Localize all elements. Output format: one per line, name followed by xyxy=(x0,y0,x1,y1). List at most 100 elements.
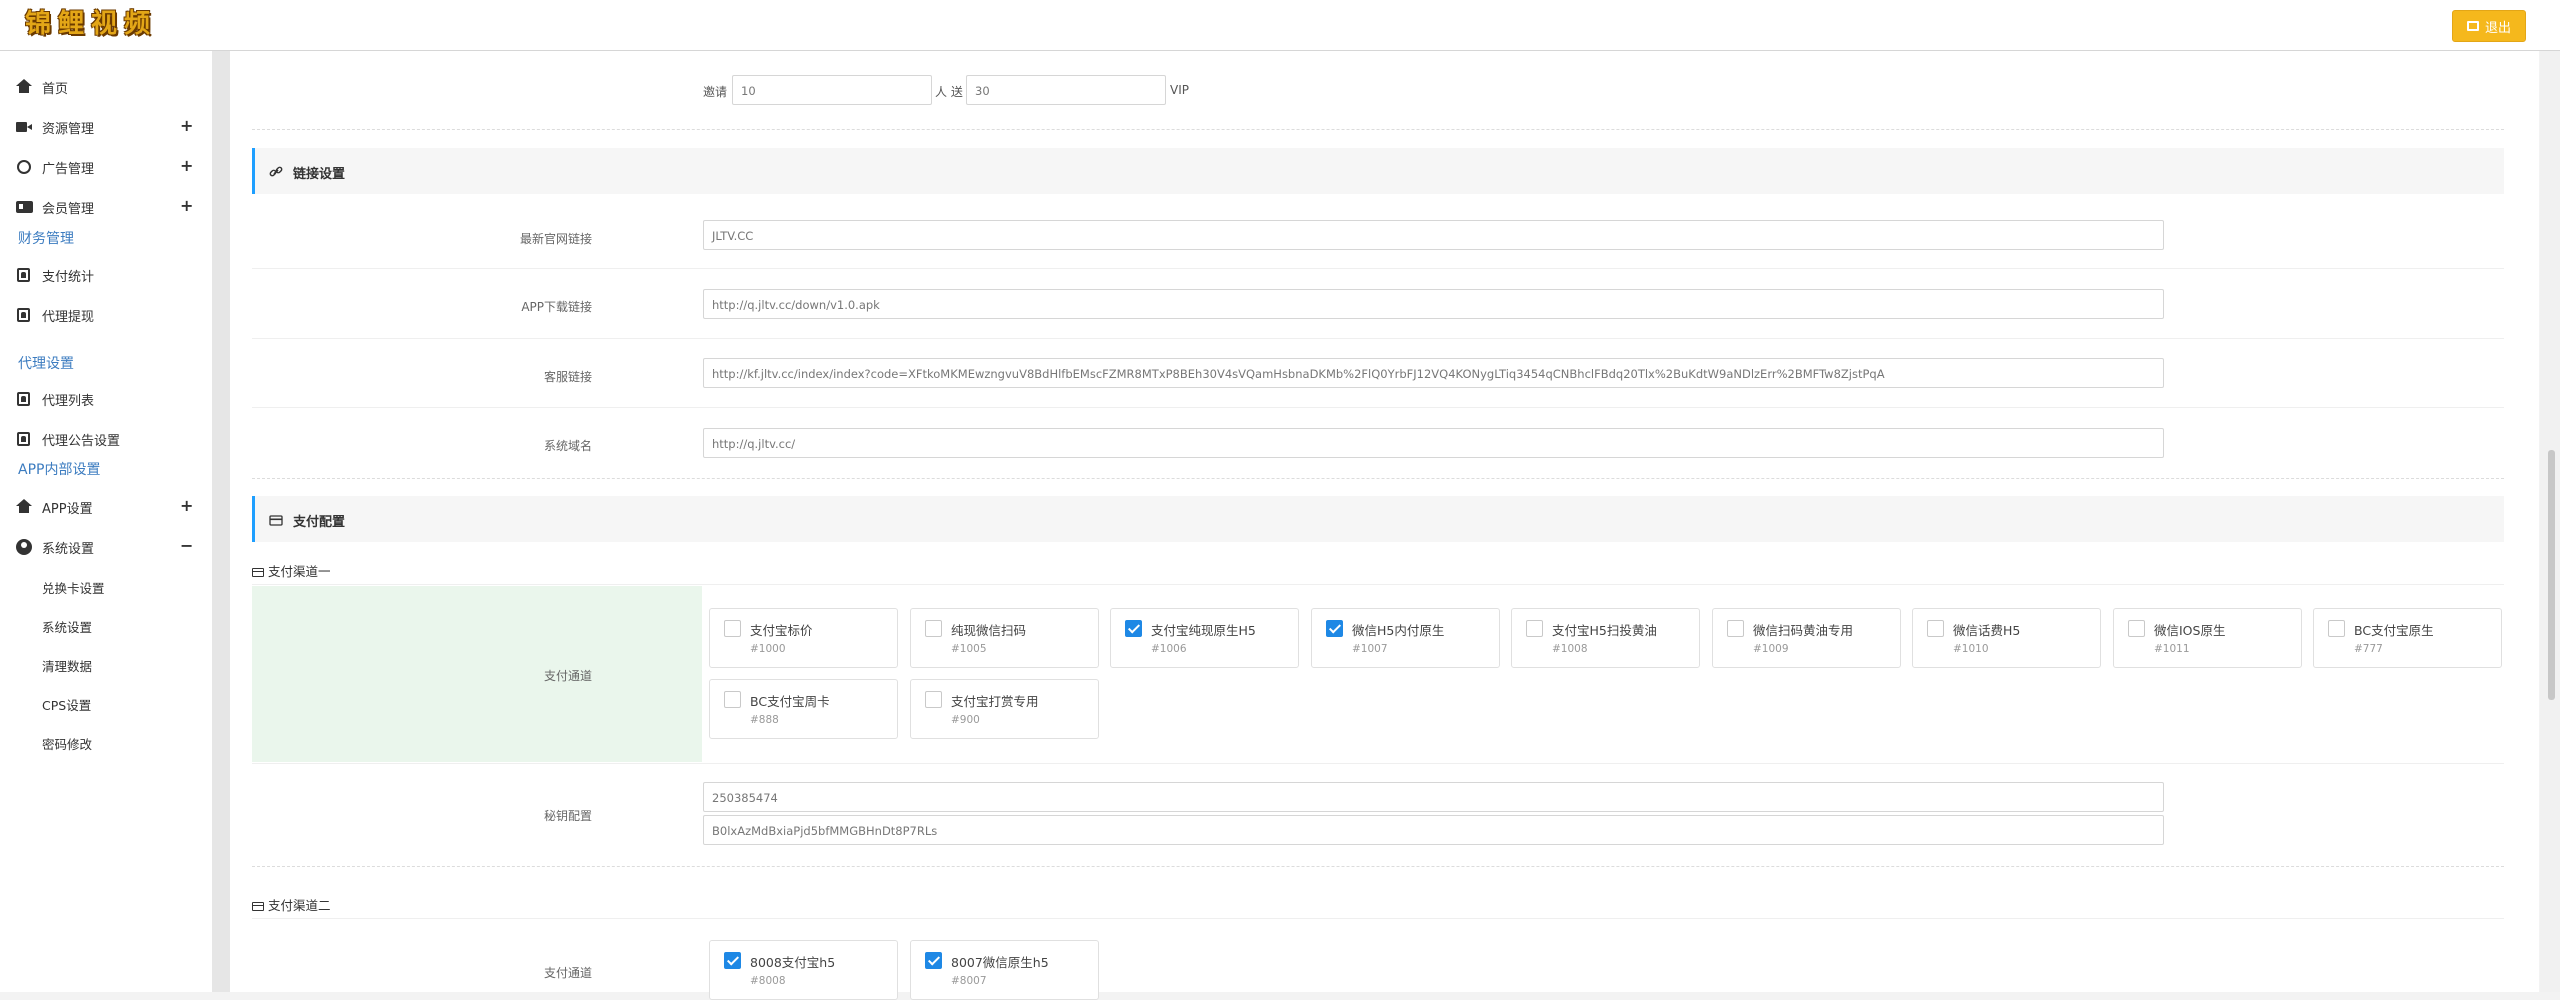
merchant-key-input[interactable]: B0lxAzMdBxiaPjd5bfMMGBHnDt8P7RLs xyxy=(703,815,2164,845)
expand-icon[interactable]: + xyxy=(180,196,193,215)
row-divider xyxy=(252,763,2504,764)
divider xyxy=(252,866,2504,867)
row-divider xyxy=(252,268,2504,269)
payment-option-card[interactable]: 8008支付宝h5 #8008 xyxy=(709,940,898,1000)
logo-char: 频 xyxy=(123,9,150,39)
payment-option-card[interactable]: BC支付宝周卡 #888 xyxy=(709,679,898,739)
payment-option-checkbox[interactable] xyxy=(1727,620,1744,637)
sidebar-item-label: 会员管理 xyxy=(42,202,95,217)
payment-option-name: 8007微信原生h5 xyxy=(951,955,1049,970)
payment-option-checkbox[interactable] xyxy=(925,691,942,708)
invite-suffix: VIP xyxy=(1170,83,1189,97)
sidebar-item-agent-notice[interactable]: 代理公告设置 xyxy=(0,421,212,457)
sidebar-item-label: 资源管理 xyxy=(42,122,95,137)
app-download-input[interactable]: http://q.jltv.cc/down/v1.0.apk xyxy=(703,289,2164,319)
sidebar-item-app-settings[interactable]: APP设置 + xyxy=(0,489,212,525)
payment-option-card[interactable]: 纯现微信扫码 #1005 xyxy=(910,608,1099,668)
customer-service-input[interactable]: http://kf.jltv.cc/index/index?code=XFtko… xyxy=(703,358,2164,388)
sidebar-subitem-card-settings[interactable]: 兑换卡设置 xyxy=(42,578,105,597)
payment-option-card[interactable]: 8007微信原生h5 #8007 xyxy=(910,940,1099,1000)
payment-option-card[interactable]: 微信扫码黄油专用 #1009 xyxy=(1712,608,1901,668)
sidebar-item-agent-withdraw[interactable]: 代理提现 xyxy=(0,297,212,333)
payment-option-checkbox[interactable] xyxy=(724,691,741,708)
payment-option-checkbox[interactable] xyxy=(925,952,942,969)
sidebar-subitem-clear-data[interactable]: 清理数据 xyxy=(42,656,92,675)
payment-option-card[interactable]: 微信话费H5 #1010 xyxy=(1912,608,2101,668)
expand-icon[interactable]: + xyxy=(180,156,193,175)
sidebar-item-label: 广告管理 xyxy=(42,162,95,177)
payment-option-card[interactable]: 支付宝标价 #1000 xyxy=(709,608,898,668)
sidebar-item-label: 系统设置 xyxy=(42,542,95,557)
payment-option-name: 微信H5内付原生 xyxy=(1352,623,1445,638)
payment-option-code: #1011 xyxy=(2154,643,2190,655)
payment-option-checkbox[interactable] xyxy=(2328,620,2345,637)
payment-option-card[interactable]: 支付宝H5扫投黄油 #1008 xyxy=(1511,608,1700,668)
payment-option-name: 支付宝标价 xyxy=(750,623,813,638)
payment-option-code: #1007 xyxy=(1352,643,1388,655)
key-config-label: 秘钥配置 xyxy=(543,809,592,823)
customer-service-label: 客服链接 xyxy=(543,370,592,384)
payment-option-checkbox[interactable] xyxy=(724,952,741,969)
row-divider xyxy=(252,918,2504,919)
invite-reward-input[interactable]: 30 xyxy=(966,75,1166,105)
payment-option-code: #1005 xyxy=(951,643,987,655)
expand-icon[interactable]: + xyxy=(180,496,193,515)
sidebar-subitem-cps-settings[interactable]: CPS设置 xyxy=(42,695,91,714)
payment-option-card[interactable]: 微信H5内付原生 #1007 xyxy=(1311,608,1500,668)
invite-middle: 人 送 xyxy=(935,85,963,99)
sidebar-item-payment-stats[interactable]: 支付统计 xyxy=(0,257,212,293)
expand-icon[interactable]: + xyxy=(180,116,193,135)
collapse-icon[interactable]: − xyxy=(180,536,193,555)
payment-option-checkbox[interactable] xyxy=(2128,620,2145,637)
payment-option-checkbox[interactable] xyxy=(724,620,741,637)
sidebar-item-label: 代理提现 xyxy=(42,310,95,325)
sidebar-item-ads[interactable]: 广告管理 + xyxy=(0,149,212,185)
sign-out-icon xyxy=(2466,21,2479,31)
sidebar-item-label: 代理公告设置 xyxy=(42,434,121,449)
payment-option-checkbox[interactable] xyxy=(925,620,942,637)
payment-option-checkbox[interactable] xyxy=(1326,620,1343,637)
payment-option-name: BC支付宝原生 xyxy=(2354,623,2434,638)
system-domain-input[interactable]: http://q.jltv.cc/ xyxy=(703,428,2164,458)
sidebar-item-agent-list[interactable]: 代理列表 xyxy=(0,381,212,417)
payment-option-card[interactable]: BC支付宝原生 #777 xyxy=(2313,608,2502,668)
payment-option-name: 微信话费H5 xyxy=(1953,623,2021,638)
channel-two-label: 支付通道 xyxy=(543,966,592,980)
payment-option-card[interactable]: 支付宝打赏专用 #900 xyxy=(910,679,1099,739)
payment-option-checkbox[interactable] xyxy=(1927,620,1944,637)
sidebar-subitem-password[interactable]: 密码修改 xyxy=(42,734,92,753)
app-logo[interactable]: 锦 鲤 视 频 xyxy=(24,8,151,44)
official-link-input[interactable]: JLTV.CC xyxy=(703,220,2164,250)
payment-option-name: BC支付宝周卡 xyxy=(750,694,830,709)
user-square-icon xyxy=(16,431,32,447)
sidebar-item-label: 代理列表 xyxy=(42,394,95,409)
top-bar: 锦 鲤 视 频 退出 xyxy=(0,0,2560,51)
payment-option-checkbox[interactable] xyxy=(1526,620,1543,637)
home-icon xyxy=(16,499,32,515)
payment-option-card[interactable]: 微信IOS原生 #1011 xyxy=(2113,608,2302,668)
payment-option-code: #8007 xyxy=(951,975,987,987)
sidebar-item-label: 支付统计 xyxy=(42,270,95,285)
payment-option-code: #888 xyxy=(750,714,779,726)
payment-option-code: #1000 xyxy=(750,643,786,655)
user-square-icon xyxy=(16,307,32,323)
channel-one-title-text: 支付渠道一 xyxy=(268,564,331,579)
user-square-icon xyxy=(16,391,32,407)
channel-two-title-text: 支付渠道二 xyxy=(268,898,331,913)
invite-count-input[interactable]: 10 xyxy=(732,75,932,105)
payment-option-name: 微信扫码黄油专用 xyxy=(1753,623,1854,638)
scrollbar-thumb[interactable] xyxy=(2548,450,2555,700)
sidebar-item-members[interactable]: 会员管理 + xyxy=(0,189,212,225)
payment-option-code: #777 xyxy=(2354,643,2383,655)
merchant-id-input[interactable]: 250385474 xyxy=(703,782,2164,812)
logout-button[interactable]: 退出 xyxy=(2452,10,2526,42)
payment-option-card[interactable]: 支付宝纯现原生H5 #1006 xyxy=(1110,608,1299,668)
logo-char: 鲤 xyxy=(57,9,84,39)
sidebar-item-home[interactable]: 首页 xyxy=(0,69,212,105)
payment-option-name: 纯现微信扫码 xyxy=(951,623,1027,638)
sidebar-item-resources[interactable]: 资源管理 + xyxy=(0,109,212,145)
payment-option-checkbox[interactable] xyxy=(1125,620,1142,637)
sidebar-item-label: APP设置 xyxy=(42,502,93,517)
sidebar-subitem-system-settings[interactable]: 系统设置 xyxy=(42,617,92,636)
sidebar-item-system-settings[interactable]: 系统设置 − xyxy=(0,529,212,565)
